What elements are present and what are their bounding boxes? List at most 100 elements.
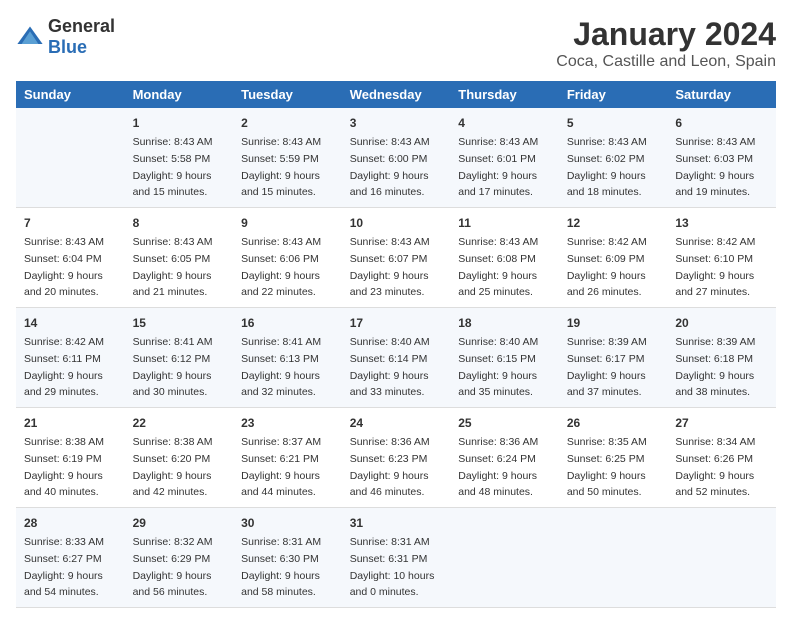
day-info: Sunrise: 8:38 AMSunset: 6:20 PMDaylight:… xyxy=(133,436,213,498)
day-number: 2 xyxy=(241,114,334,132)
day-info: Sunrise: 8:31 AMSunset: 6:30 PMDaylight:… xyxy=(241,536,321,598)
calendar-cell: 14Sunrise: 8:42 AMSunset: 6:11 PMDayligh… xyxy=(16,308,125,408)
day-number: 8 xyxy=(133,214,226,232)
calendar-cell: 11 Sunrise: 8:43 AMSunset: 6:08 PMDayligh… xyxy=(450,208,559,308)
day-number: 12 xyxy=(567,214,660,232)
day-info: Sunrise: 8:38 AMSunset: 6:19 PMDaylight:… xyxy=(24,436,104,498)
day-info: Sunrise: 8:43 AMSunset: 6:02 PMDaylight:… xyxy=(567,136,647,198)
day-info: Sunrise: 8:41 AMSunset: 6:13 PMDaylight:… xyxy=(241,336,321,398)
day-number: 7 xyxy=(24,214,117,232)
day-number: 4 xyxy=(458,114,551,132)
calendar-cell: 29Sunrise: 8:32 AMSunset: 6:29 PMDayligh… xyxy=(125,508,234,608)
day-info: Sunrise: 8:41 AMSunset: 6:12 PMDaylight:… xyxy=(133,336,213,398)
day-number: 21 xyxy=(24,414,117,432)
logo-text: General Blue xyxy=(48,16,115,58)
calendar-week-row: 28 Sunrise: 8:33 AMSunset: 6:27 PMDayligh… xyxy=(16,508,776,608)
calendar-cell: 17 Sunrise: 8:40 AMSunset: 6:14 PMDayligh… xyxy=(342,308,451,408)
calendar-cell xyxy=(559,508,668,608)
subtitle: Coca, Castille and Leon, Spain xyxy=(556,53,776,71)
calendar-cell: 21 Sunrise: 8:38 AMSunset: 6:19 PMDayligh… xyxy=(16,408,125,508)
calendar-table: Sunday Monday Tuesday Wednesday Thursday… xyxy=(16,81,776,608)
day-info: Sunrise: 8:39 AMSunset: 6:17 PMDaylight:… xyxy=(567,336,647,398)
day-info: Sunrise: 8:43 AMSunset: 6:06 PMDaylight:… xyxy=(241,236,321,298)
day-number: 22 xyxy=(133,414,226,432)
calendar-week-row: 7 Sunrise: 8:43 AMSunset: 6:04 PMDaylight… xyxy=(16,208,776,308)
day-number: 31 xyxy=(350,514,443,532)
calendar-week-row: 21 Sunrise: 8:38 AMSunset: 6:19 PMDayligh… xyxy=(16,408,776,508)
day-number: 1 xyxy=(133,114,226,132)
day-number: 28 xyxy=(24,514,117,532)
day-info: Sunrise: 8:43 AMSunset: 6:05 PMDaylight:… xyxy=(133,236,213,298)
day-number: 30 xyxy=(241,514,334,532)
calendar-cell: 28 Sunrise: 8:33 AMSunset: 6:27 PMDayligh… xyxy=(16,508,125,608)
day-info: Sunrise: 8:33 AMSunset: 6:27 PMDaylight:… xyxy=(24,536,104,598)
day-number: 26 xyxy=(567,414,660,432)
calendar-cell: 9Sunrise: 8:43 AMSunset: 6:06 PMDaylight… xyxy=(233,208,342,308)
col-saturday: Saturday xyxy=(667,81,776,108)
day-info: Sunrise: 8:42 AMSunset: 6:09 PMDaylight:… xyxy=(567,236,647,298)
col-monday: Monday xyxy=(125,81,234,108)
day-info: Sunrise: 8:39 AMSunset: 6:18 PMDaylight:… xyxy=(675,336,755,398)
calendar-cell: 30 Sunrise: 8:31 AMSunset: 6:30 PMDayligh… xyxy=(233,508,342,608)
header: General Blue January 2024 Coca, Castille… xyxy=(16,16,776,71)
day-info: Sunrise: 8:42 AMSunset: 6:10 PMDaylight:… xyxy=(675,236,755,298)
title-section: January 2024 Coca, Castille and Leon, Sp… xyxy=(556,16,776,71)
calendar-cell: 10 Sunrise: 8:43 AMSunset: 6:07 PMDayligh… xyxy=(342,208,451,308)
day-number: 29 xyxy=(133,514,226,532)
day-info: Sunrise: 8:40 AMSunset: 6:15 PMDaylight:… xyxy=(458,336,538,398)
day-info: Sunrise: 8:43 AMSunset: 6:07 PMDaylight:… xyxy=(350,236,430,298)
calendar-cell xyxy=(16,108,125,208)
calendar-cell: 31Sunrise: 8:31 AMSunset: 6:31 PMDayligh… xyxy=(342,508,451,608)
day-number: 24 xyxy=(350,414,443,432)
day-info: Sunrise: 8:43 AMSunset: 6:00 PMDaylight:… xyxy=(350,136,430,198)
day-number: 18 xyxy=(458,314,551,332)
day-info: Sunrise: 8:35 AMSunset: 6:25 PMDaylight:… xyxy=(567,436,647,498)
day-info: Sunrise: 8:36 AMSunset: 6:24 PMDaylight:… xyxy=(458,436,538,498)
calendar-week-row: 14Sunrise: 8:42 AMSunset: 6:11 PMDayligh… xyxy=(16,308,776,408)
col-friday: Friday xyxy=(559,81,668,108)
calendar-cell: 4 Sunrise: 8:43 AMSunset: 6:01 PMDaylight… xyxy=(450,108,559,208)
calendar-cell xyxy=(667,508,776,608)
calendar-cell: 1Sunrise: 8:43 AMSunset: 5:58 PMDaylight… xyxy=(125,108,234,208)
calendar-cell: 24 Sunrise: 8:36 AMSunset: 6:23 PMDayligh… xyxy=(342,408,451,508)
day-number: 19 xyxy=(567,314,660,332)
day-info: Sunrise: 8:43 AMSunset: 6:03 PMDaylight:… xyxy=(675,136,755,198)
day-info: Sunrise: 8:43 AMSunset: 6:08 PMDaylight:… xyxy=(458,236,538,298)
calendar-cell xyxy=(450,508,559,608)
calendar-cell: 8 Sunrise: 8:43 AMSunset: 6:05 PMDaylight… xyxy=(125,208,234,308)
day-number: 10 xyxy=(350,214,443,232)
logo: General Blue xyxy=(16,16,115,58)
calendar-cell: 13 Sunrise: 8:42 AMSunset: 6:10 PMDayligh… xyxy=(667,208,776,308)
calendar-cell: 12 Sunrise: 8:42 AMSunset: 6:09 PMDayligh… xyxy=(559,208,668,308)
calendar-cell: 6 Sunrise: 8:43 AMSunset: 6:03 PMDaylight… xyxy=(667,108,776,208)
calendar-cell: 26 Sunrise: 8:35 AMSunset: 6:25 PMDayligh… xyxy=(559,408,668,508)
logo-blue: Blue xyxy=(48,37,87,57)
col-tuesday: Tuesday xyxy=(233,81,342,108)
calendar-cell: 18 Sunrise: 8:40 AMSunset: 6:15 PMDayligh… xyxy=(450,308,559,408)
calendar-cell: 16 Sunrise: 8:41 AMSunset: 6:13 PMDayligh… xyxy=(233,308,342,408)
day-info: Sunrise: 8:40 AMSunset: 6:14 PMDaylight:… xyxy=(350,336,430,398)
calendar-cell: 27Sunrise: 8:34 AMSunset: 6:26 PMDayligh… xyxy=(667,408,776,508)
day-number: 11 xyxy=(458,214,551,232)
day-number: 16 xyxy=(241,314,334,332)
calendar-cell: 7 Sunrise: 8:43 AMSunset: 6:04 PMDaylight… xyxy=(16,208,125,308)
col-sunday: Sunday xyxy=(16,81,125,108)
calendar-cell: 19 Sunrise: 8:39 AMSunset: 6:17 PMDayligh… xyxy=(559,308,668,408)
day-number: 25 xyxy=(458,414,551,432)
col-thursday: Thursday xyxy=(450,81,559,108)
day-info: Sunrise: 8:36 AMSunset: 6:23 PMDaylight:… xyxy=(350,436,430,498)
day-number: 13 xyxy=(675,214,768,232)
day-info: Sunrise: 8:43 AMSunset: 5:59 PMDaylight:… xyxy=(241,136,321,198)
day-number: 20 xyxy=(675,314,768,332)
day-number: 17 xyxy=(350,314,443,332)
logo-icon xyxy=(16,23,44,51)
day-number: 27 xyxy=(675,414,768,432)
calendar-cell: 25 Sunrise: 8:36 AMSunset: 6:24 PMDayligh… xyxy=(450,408,559,508)
day-number: 15 xyxy=(133,314,226,332)
calendar-cell: 3Sunrise: 8:43 AMSunset: 6:00 PMDaylight… xyxy=(342,108,451,208)
day-number: 6 xyxy=(675,114,768,132)
day-info: Sunrise: 8:43 AMSunset: 6:04 PMDaylight:… xyxy=(24,236,104,298)
calendar-cell: 15 Sunrise: 8:41 AMSunset: 6:12 PMDayligh… xyxy=(125,308,234,408)
logo-general: General xyxy=(48,16,115,36)
day-info: Sunrise: 8:43 AMSunset: 6:01 PMDaylight:… xyxy=(458,136,538,198)
